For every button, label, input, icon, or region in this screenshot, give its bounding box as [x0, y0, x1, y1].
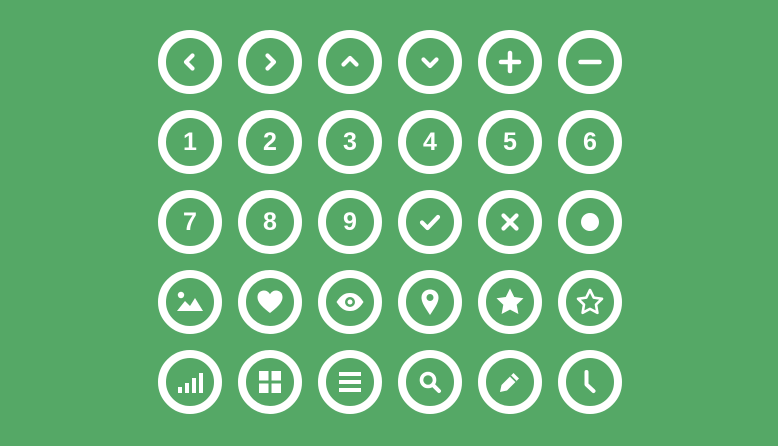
location-button[interactable]	[398, 270, 462, 334]
number-1-button[interactable]: 1	[158, 110, 222, 174]
number-5-label: 5	[503, 127, 517, 156]
signal-bars-button[interactable]	[158, 350, 222, 414]
chevron-down-button[interactable]	[398, 30, 462, 94]
star-filled-button[interactable]	[478, 270, 542, 334]
plus-button[interactable]	[478, 30, 542, 94]
menu-list-button[interactable]	[318, 350, 382, 414]
number-4-button[interactable]: 4	[398, 110, 462, 174]
pencil-icon	[500, 373, 519, 392]
location-pin-icon	[421, 289, 439, 315]
star-outline-icon	[576, 288, 604, 315]
clock-icon	[584, 370, 596, 393]
number-1-label: 1	[183, 127, 197, 156]
record-dot-icon	[581, 213, 599, 231]
number-9-label: 9	[343, 207, 357, 236]
number-2-button[interactable]: 2	[238, 110, 302, 174]
number-4-label: 4	[423, 127, 437, 156]
menu-list-icon	[339, 372, 361, 392]
grid-icon	[259, 371, 281, 393]
image-icon	[177, 291, 203, 311]
number-3-label: 3	[343, 127, 357, 156]
number-2-label: 2	[263, 127, 277, 156]
star-filled-icon	[496, 288, 524, 314]
heart-button[interactable]	[238, 270, 302, 334]
minus-button[interactable]	[558, 30, 622, 94]
pencil-button[interactable]	[478, 350, 542, 414]
number-7-label: 7	[183, 207, 197, 236]
grid-button[interactable]	[238, 350, 302, 414]
number-8-label: 8	[263, 207, 277, 236]
number-9-button[interactable]: 9	[318, 190, 382, 254]
chevron-right-icon	[265, 53, 277, 71]
chevron-down-icon	[421, 57, 439, 69]
icon-grid: 1 2 3 4 5 6 7 8 9	[158, 30, 622, 414]
record-button[interactable]	[558, 190, 622, 254]
plus-icon	[498, 50, 522, 74]
eye-icon	[336, 293, 364, 311]
chevron-left-icon	[183, 53, 195, 71]
check-icon	[419, 214, 441, 231]
close-icon	[501, 213, 519, 231]
heart-icon	[257, 290, 283, 313]
chevron-up-icon	[341, 55, 359, 67]
number-6-button[interactable]: 6	[558, 110, 622, 174]
number-6-label: 6	[583, 127, 597, 156]
signal-bars-icon	[178, 373, 203, 393]
image-button[interactable]	[158, 270, 222, 334]
star-outline-button[interactable]	[558, 270, 622, 334]
close-button[interactable]	[478, 190, 542, 254]
search-icon	[419, 371, 441, 393]
search-button[interactable]	[398, 350, 462, 414]
minus-icon	[578, 59, 602, 65]
number-7-button[interactable]: 7	[158, 190, 222, 254]
eye-button[interactable]	[318, 270, 382, 334]
check-button[interactable]	[398, 190, 462, 254]
number-8-button[interactable]: 8	[238, 190, 302, 254]
chevron-right-button[interactable]	[238, 30, 302, 94]
number-3-button[interactable]: 3	[318, 110, 382, 174]
number-5-button[interactable]: 5	[478, 110, 542, 174]
chevron-left-button[interactable]	[158, 30, 222, 94]
chevron-up-button[interactable]	[318, 30, 382, 94]
clock-button[interactable]	[558, 350, 622, 414]
